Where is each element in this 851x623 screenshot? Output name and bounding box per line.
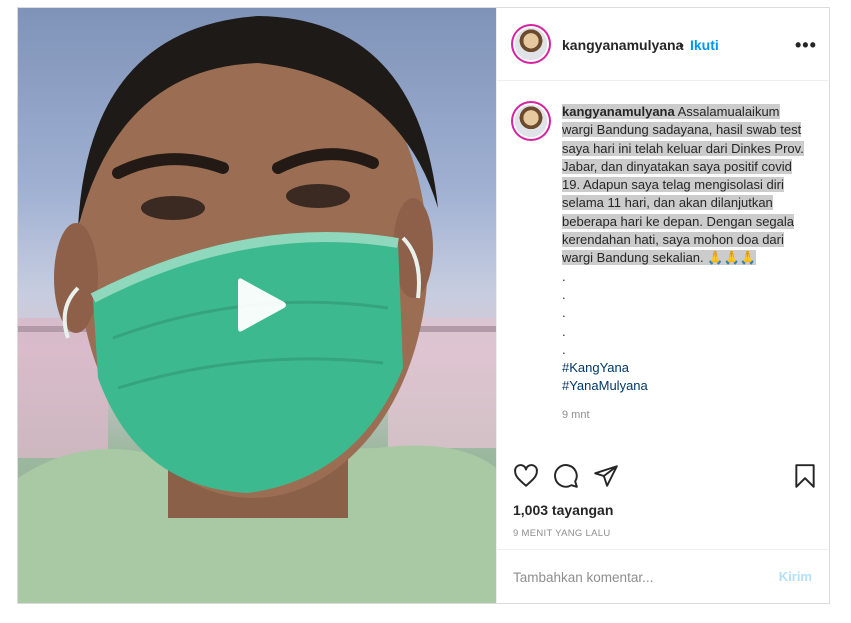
video-player[interactable] <box>18 8 496 603</box>
hashtag-link[interactable]: #KangYana <box>562 359 807 377</box>
caption-dot: . <box>562 268 566 284</box>
caption-dot: . <box>562 305 566 321</box>
header-username[interactable]: kangyanamulyana <box>562 37 683 53</box>
bookmark-icon[interactable] <box>792 463 818 494</box>
comment-icon[interactable] <box>553 463 579 494</box>
caption-dot: . <box>562 286 566 302</box>
post-header: kangyanamulyana • Ikuti ••• <box>497 8 828 81</box>
caption-time: 9 mnt <box>562 408 590 421</box>
follow-button[interactable]: Ikuti <box>690 37 719 53</box>
caption-text: Assalamualaikum wargi Bandung sadayana, … <box>562 104 804 266</box>
more-options-icon[interactable]: ••• <box>795 35 817 56</box>
caption-dot: . <box>562 341 566 357</box>
action-bar <box>497 463 828 503</box>
play-button[interactable] <box>228 273 292 337</box>
avatar[interactable] <box>515 28 547 60</box>
heart-icon[interactable] <box>513 463 539 494</box>
post-sidebar: kangyanamulyana • Ikuti ••• kangyanamuly… <box>496 8 829 603</box>
avatar[interactable] <box>515 105 547 137</box>
post-date: 9 MENIT YANG LALU <box>513 528 611 539</box>
comment-form: Kirim <box>497 549 828 603</box>
post-card: kangyanamulyana • Ikuti ••• kangyanamuly… <box>17 7 830 604</box>
share-icon[interactable] <box>593 463 619 494</box>
caption-username[interactable]: kangyanamulyana <box>562 104 675 119</box>
separator-dot: • <box>679 37 684 53</box>
post-comment-button[interactable]: Kirim <box>779 569 812 584</box>
play-icon <box>238 278 286 332</box>
caption: kangyanamulyana Assalamualaikum wargi Ba… <box>562 103 807 424</box>
hashtag-link[interactable]: #YanaMulyana <box>562 377 807 395</box>
comment-input[interactable] <box>511 564 765 590</box>
view-count[interactable]: 1,003 tayangan <box>513 502 613 518</box>
caption-dot: . <box>562 323 566 339</box>
caption-section: kangyanamulyana Assalamualaikum wargi Ba… <box>497 81 828 451</box>
